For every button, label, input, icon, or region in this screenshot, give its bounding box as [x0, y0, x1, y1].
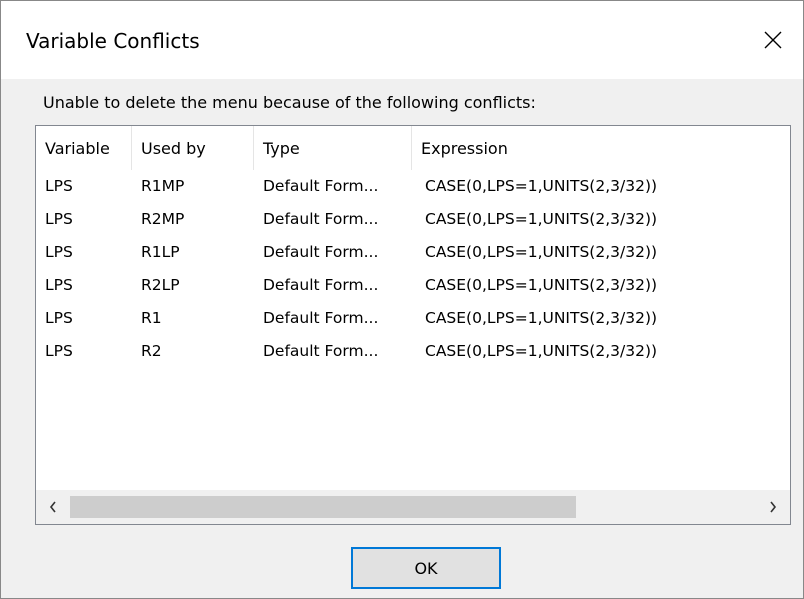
close-icon	[764, 31, 782, 49]
column-header-variable[interactable]: Variable	[36, 126, 132, 170]
cell-type: Default Form...	[263, 342, 379, 360]
cell-type: Default Form...	[263, 309, 379, 327]
cell-used-by: R1LP	[141, 243, 180, 261]
cell-used-by: R1	[141, 309, 162, 327]
variable-conflicts-dialog: Variable Conflicts Unable to delete the …	[0, 0, 804, 599]
rows-container: LPS R1MP Default Form... CASE(0,LPS=1,UN…	[36, 170, 790, 368]
scroll-right-button[interactable]	[756, 490, 790, 524]
cell-expression: CASE(0,LPS=1,UNITS(2,3/32))	[425, 210, 658, 228]
cell-variable: LPS	[45, 243, 73, 261]
scroll-thumb[interactable]	[70, 496, 576, 518]
cell-used-by: R2MP	[141, 210, 185, 228]
cell-used-by: R2LP	[141, 276, 180, 294]
table-row[interactable]: LPS R2MP Default Form... CASE(0,LPS=1,UN…	[36, 203, 790, 236]
table-row[interactable]: LPS R1LP Default Form... CASE(0,LPS=1,UN…	[36, 236, 790, 269]
cell-variable: LPS	[45, 177, 73, 195]
ok-button[interactable]: OK	[351, 547, 501, 589]
title-bar: Variable Conflicts	[1, 1, 803, 79]
conflict-message: Unable to delete the menu because of the…	[43, 93, 536, 112]
cell-expression: CASE(0,LPS=1,UNITS(2,3/32))	[425, 276, 658, 294]
column-header-used-by[interactable]: Used by	[132, 126, 254, 170]
table-row[interactable]: LPS R1MP Default Form... CASE(0,LPS=1,UN…	[36, 170, 790, 203]
chevron-left-icon	[49, 501, 56, 513]
cell-variable: LPS	[45, 276, 73, 294]
dialog-title: Variable Conflicts	[26, 29, 200, 53]
cell-expression: CASE(0,LPS=1,UNITS(2,3/32))	[425, 342, 658, 360]
chevron-right-icon	[770, 501, 777, 513]
table-row[interactable]: LPS R2 Default Form... CASE(0,LPS=1,UNIT…	[36, 335, 790, 368]
cell-variable: LPS	[45, 342, 73, 360]
scroll-left-button[interactable]	[36, 490, 70, 524]
table-row[interactable]: LPS R2LP Default Form... CASE(0,LPS=1,UN…	[36, 269, 790, 302]
cell-type: Default Form...	[263, 210, 379, 228]
horizontal-scrollbar[interactable]	[36, 490, 790, 524]
cell-used-by: R2	[141, 342, 162, 360]
column-header-type[interactable]: Type	[254, 126, 412, 170]
conflicts-list[interactable]: Variable Used by Type Expression LPS R1M…	[35, 125, 791, 525]
column-header-row: Variable Used by Type Expression	[36, 126, 790, 170]
column-header-expression[interactable]: Expression	[412, 126, 790, 170]
cell-type: Default Form...	[263, 177, 379, 195]
cell-expression: CASE(0,LPS=1,UNITS(2,3/32))	[425, 243, 658, 261]
close-button[interactable]	[743, 11, 803, 69]
cell-used-by: R1MP	[141, 177, 185, 195]
cell-type: Default Form...	[263, 276, 379, 294]
cell-expression: CASE(0,LPS=1,UNITS(2,3/32))	[425, 309, 658, 327]
cell-expression: CASE(0,LPS=1,UNITS(2,3/32))	[425, 177, 658, 195]
table-row[interactable]: LPS R1 Default Form... CASE(0,LPS=1,UNIT…	[36, 302, 790, 335]
cell-type: Default Form...	[263, 243, 379, 261]
cell-variable: LPS	[45, 309, 73, 327]
cell-variable: LPS	[45, 210, 73, 228]
